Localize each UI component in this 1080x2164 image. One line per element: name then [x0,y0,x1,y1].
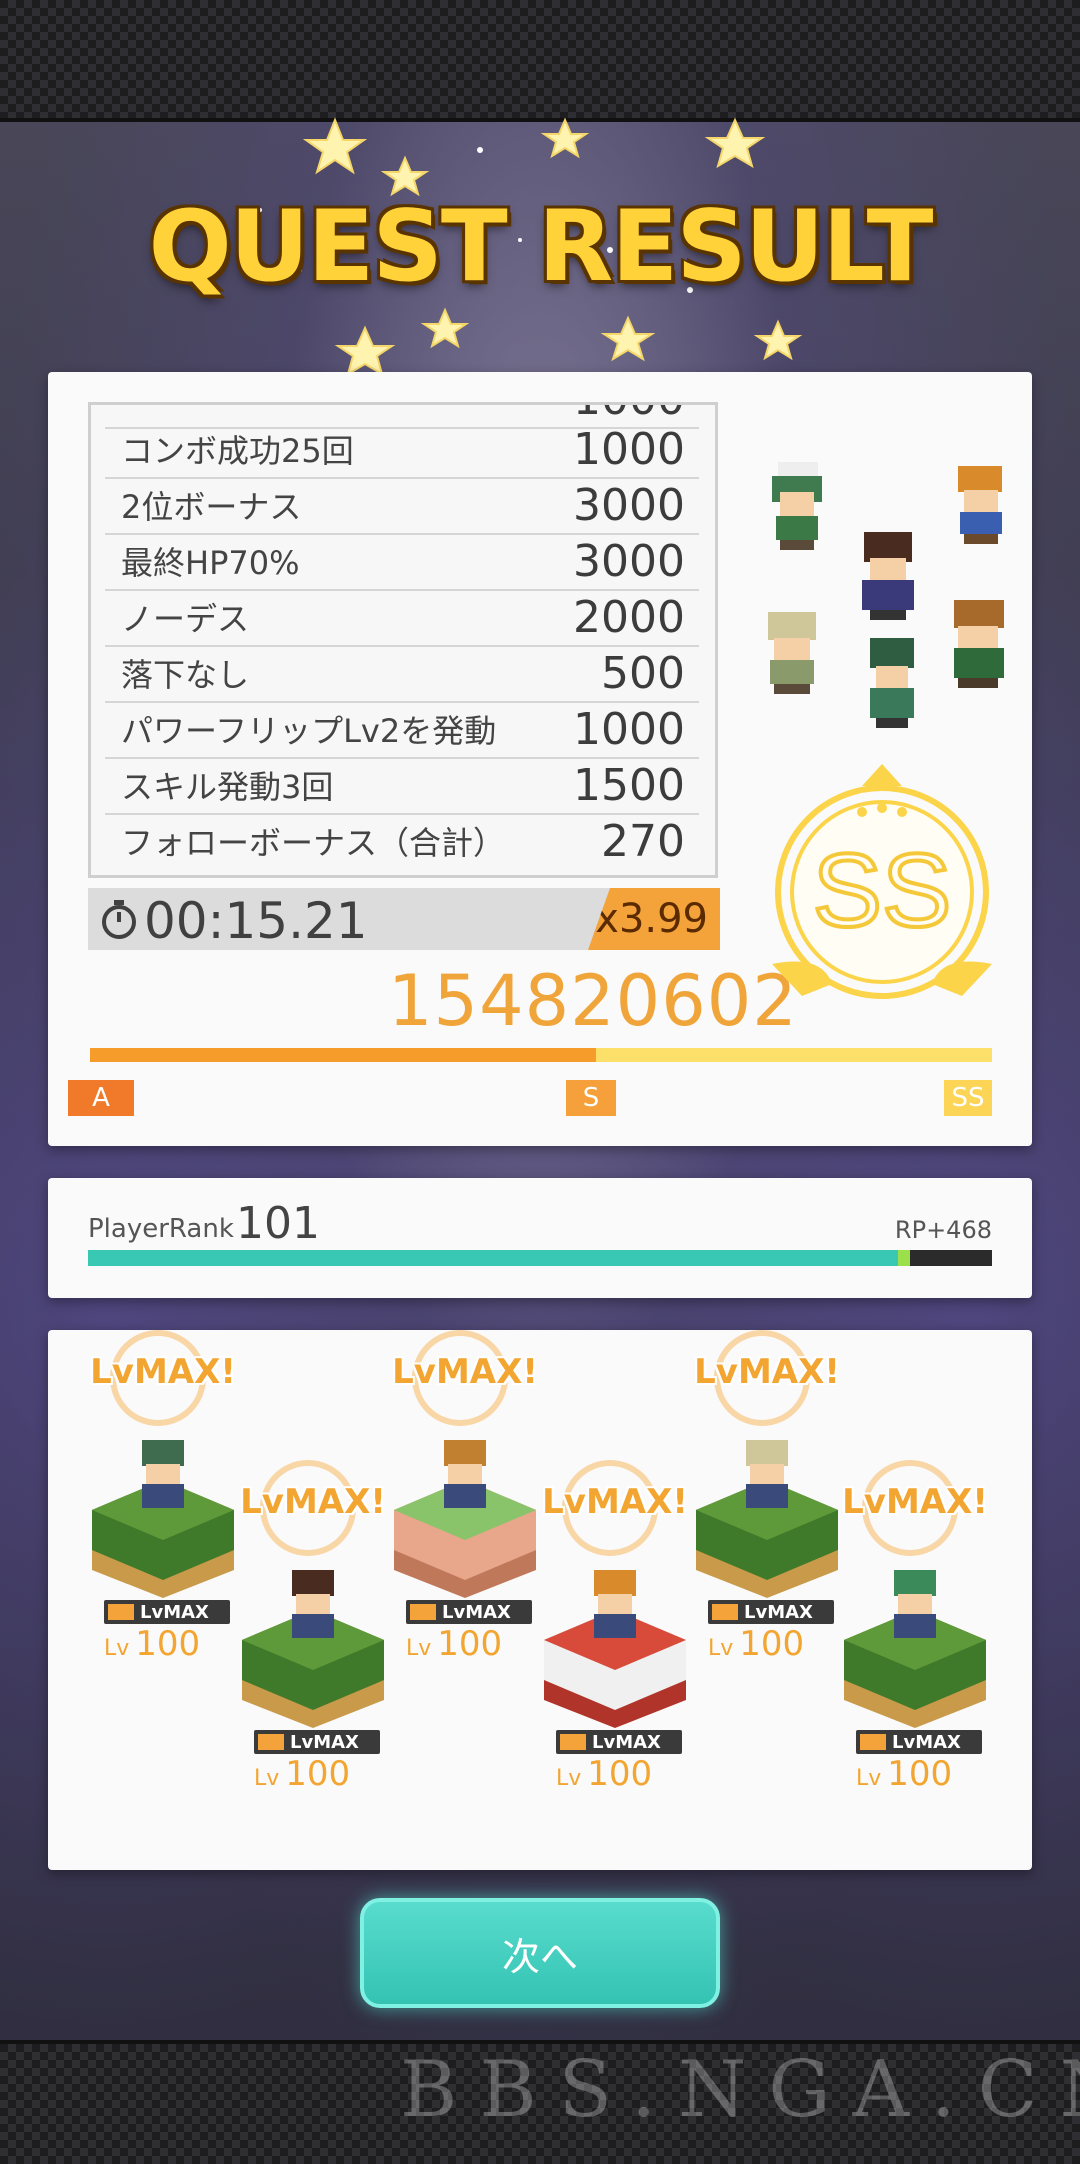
unit-card[interactable]: LvMAX! LvMAX Lv 100 [88,1330,258,1710]
unit-level: Lv 100 [254,1754,351,1794]
player-rank-panel: PlayerRank 101 RP+468 [48,1178,1032,1298]
quest-result-title: QUEST RESULT [148,190,933,304]
bonus-value: 500 [601,647,685,699]
unit-level: Lv 100 [556,1754,653,1794]
unit-card[interactable]: LvMAX! LvMAX Lv 100 [840,1460,1010,1840]
bonus-value: 1500 [573,759,685,811]
bonus-label: パワーフリップLv2を発動 [121,712,497,750]
unit-card[interactable]: LvMAX! LvMAX Lv 100 [238,1460,408,1840]
unit-level: Lv 100 [708,1624,805,1664]
bonus-label: コンボ成功25回 [121,432,354,470]
lvmax-badge: LvMAX [254,1730,380,1754]
bonus-row: パワーフリップLv2を発動 1000 [105,701,699,759]
rp-gain: RP+468 [894,1216,992,1244]
bonus-value: 2000 [573,591,685,643]
bonus-value: 3000 [573,535,685,587]
unit-card[interactable]: LvMAX! LvMAX Lv 100 [692,1330,862,1710]
unit-level: Lv 100 [406,1624,503,1664]
unit-level: Lv 100 [856,1754,953,1794]
unit-tile-sprite [544,1570,686,1728]
party-sprites [768,462,1004,728]
bonus-row: フォローボーナス（合計） 270 [105,813,699,869]
total-score: 154820602 [388,960,798,1042]
bonus-value: 1000 [573,423,685,475]
bonus-row: スキル発動3回 1500 [105,757,699,815]
player-rank-value: 101 [236,1198,320,1249]
bonus-label: スキル発動3回 [121,768,334,806]
bonus-row: コンボ成功25回 1000 [105,421,699,479]
rank-flag-a: A [68,1080,134,1116]
bonus-list[interactable]: 1000 コンボ成功25回 1000 2位ボーナス 3000 最終HP70% 3… [88,402,718,878]
player-rank-label: PlayerRank [88,1214,234,1244]
unit-tile-sprite [696,1440,838,1598]
lvmax-label: LvMAX! [694,1352,840,1392]
stopwatch-icon [102,900,136,939]
rank-grade-text: SS [813,833,952,949]
lvmax-badge: LvMAX [406,1600,532,1624]
unit-card[interactable]: LvMAX! LvMAX Lv 100 [540,1460,710,1840]
result-panel: 1000 コンボ成功25回 1000 2位ボーナス 3000 最終HP70% 3… [48,372,1032,1146]
bonus-label: 落下なし [121,656,250,694]
player-exp-fill [88,1250,898,1266]
clear-time: 00:15.21 [144,892,368,950]
rank-flag-ss: SS [944,1080,992,1116]
lvmax-badge: LvMAX [856,1730,982,1754]
unit-tile-sprite [394,1440,536,1598]
unit-level: Lv 100 [104,1624,201,1664]
party-panel: LvMAX! LvMAX Lv 100 LvMAX! LvMAX Lv 100 LvMAX! Lv… [48,1330,1032,1870]
next-button[interactable]: 次へ [360,1898,720,2008]
bonus-label: 最終HP70% [121,544,300,582]
lvmax-badge: LvMAX [556,1730,682,1754]
bonus-value: 1000 [573,703,685,755]
lvmax-badge: LvMAX [708,1600,834,1624]
lvmax-label: LvMAX! [392,1352,538,1392]
rank-emblem: SS [772,764,992,999]
lvmax-label: LvMAX! [240,1482,386,1522]
lvmax-label: LvMAX! [542,1482,688,1522]
bonus-label: フォローボーナス（合計） [121,824,506,862]
bonus-label: 2位ボーナス [121,488,302,526]
lvmax-label: LvMAX! [842,1482,988,1522]
bonus-row: 落下なし 500 [105,645,699,703]
score-multiplier: x3.99 [588,888,720,950]
unit-tile-sprite [242,1570,384,1728]
bonus-label: ノーデス [121,600,250,638]
bonus-row: 2位ボーナス 3000 [105,477,699,535]
player-exp-gain [898,1250,910,1266]
unit-tile-sprite [92,1440,234,1598]
bonus-row: ノーデス 2000 [105,589,699,647]
unit-card[interactable]: LvMAX! LvMAX Lv 100 [390,1330,560,1710]
bonus-row: 最終HP70% 3000 [105,533,699,591]
lvmax-label: LvMAX! [90,1352,236,1392]
bonus-value: 270 [601,815,685,867]
bonus-value: 3000 [573,479,685,531]
rank-flag-s: S [566,1080,616,1116]
watermark: BBS.NGA.CN [400,2045,1080,2135]
unit-tile-sprite [844,1570,986,1728]
lvmax-badge: LvMAX [104,1600,230,1624]
rank-progress-fill [90,1048,596,1062]
